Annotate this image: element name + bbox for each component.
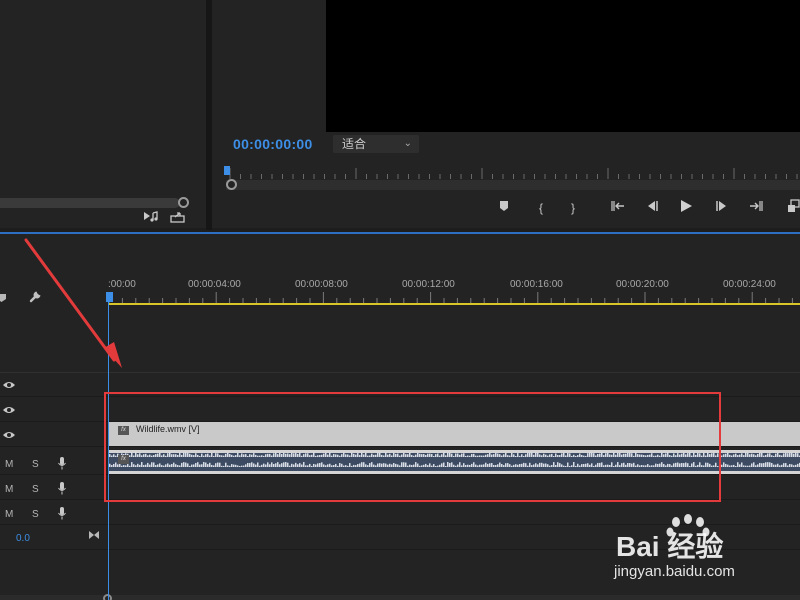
ruler-label: 00:00:16:00 <box>510 279 563 290</box>
mark-out-icon[interactable]: } <box>564 199 582 217</box>
program-playhead[interactable] <box>224 166 230 175</box>
export-frame-icon[interactable] <box>169 211 187 226</box>
mute-button[interactable]: M <box>5 459 13 470</box>
eye-icon[interactable] <box>2 405 16 415</box>
solo-button[interactable]: S <box>32 459 39 470</box>
fit-zoom-select[interactable]: 适合 ⌄ <box>333 135 419 153</box>
mute-button[interactable]: M <box>5 484 13 495</box>
step-back-icon[interactable] <box>643 199 661 217</box>
go-to-in-icon[interactable] <box>609 199 627 217</box>
mark-in-icon[interactable]: { <box>532 199 550 217</box>
play-icon[interactable] <box>677 199 695 217</box>
microphone-icon[interactable] <box>58 482 66 495</box>
step-forward-icon[interactable] <box>713 199 731 217</box>
work-area-bar[interactable] <box>108 303 800 305</box>
program-zoom-scrollbar[interactable] <box>226 180 800 190</box>
program-zoom-handle[interactable] <box>226 179 237 190</box>
source-panel <box>0 0 206 228</box>
highlight-box <box>104 392 721 502</box>
playhead-timecode[interactable]: 00:00:00:00 <box>233 136 313 152</box>
ruler-label: 00:00:04:00 <box>188 279 241 290</box>
fit-zoom-value: 适合 <box>342 137 367 151</box>
ruler-label: 00:00:20:00 <box>616 279 669 290</box>
mute-button[interactable]: M <box>5 509 13 520</box>
source-scrollbar[interactable] <box>0 198 180 208</box>
insert-audio-icon[interactable] <box>142 211 160 226</box>
master-volume-value[interactable]: 0.0 <box>16 533 30 544</box>
solo-button[interactable]: S <box>32 484 39 495</box>
microphone-icon[interactable] <box>58 507 66 520</box>
lift-icon[interactable] <box>785 199 800 217</box>
ruler-label: 00:00:12:00 <box>402 279 455 290</box>
go-to-out-icon[interactable] <box>747 199 765 217</box>
solo-button[interactable]: S <box>32 509 39 520</box>
microphone-icon[interactable] <box>58 457 66 470</box>
program-video-preview <box>326 0 800 132</box>
ruler-label: 00:00:08:00 <box>295 279 348 290</box>
source-scroll-handle[interactable] <box>178 197 189 208</box>
watermark-brand: Bai 经验 <box>616 531 724 562</box>
program-time-ruler[interactable] <box>226 166 800 180</box>
eye-icon[interactable] <box>2 380 16 390</box>
chevron-down-icon: ⌄ <box>403 138 412 149</box>
timeline-scrollbar[interactable] <box>0 595 800 600</box>
go-to-end-icon[interactable] <box>88 530 100 540</box>
watermark-url: jingyan.baidu.com <box>614 563 735 580</box>
annotation-arrow <box>24 238 122 368</box>
eye-icon[interactable] <box>2 430 16 440</box>
ruler-label: 00:00:24:00 <box>723 279 776 290</box>
add-marker-icon[interactable] <box>495 199 513 217</box>
